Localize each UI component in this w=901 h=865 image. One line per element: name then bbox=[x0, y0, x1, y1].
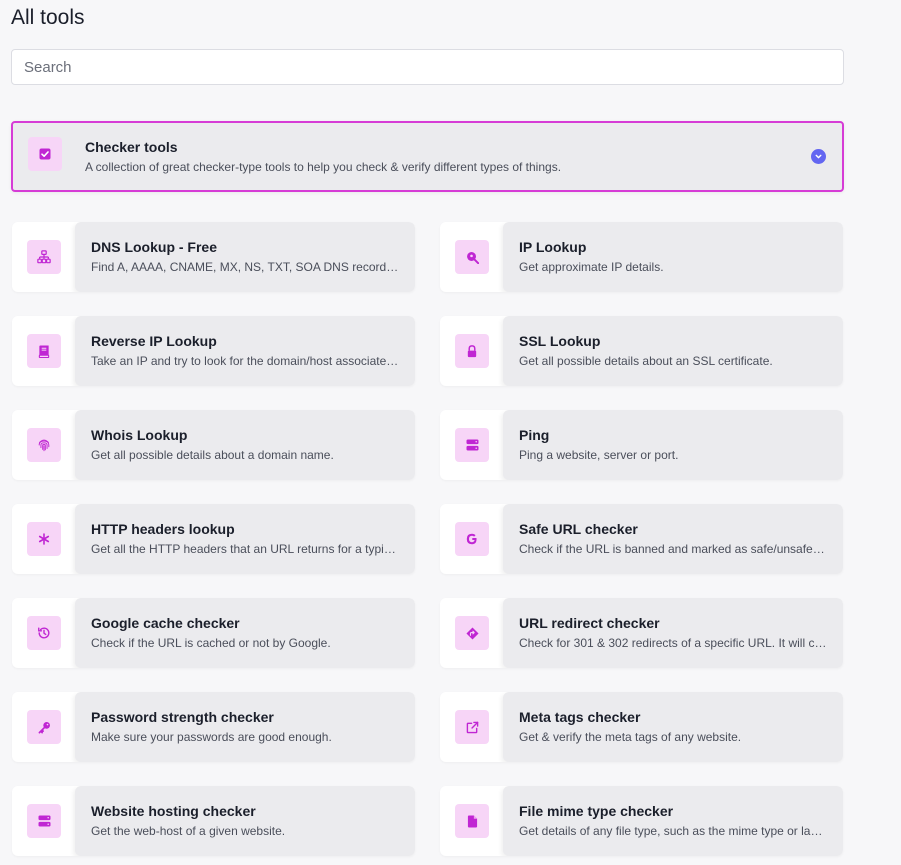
tool-description: Find A, AAAA, CNAME, MX, NS, TXT, SOA DN… bbox=[91, 260, 399, 274]
tool-name[interactable]: Google cache checker bbox=[91, 615, 240, 631]
page-title: All tools bbox=[11, 6, 85, 29]
tool-card-body bbox=[75, 410, 415, 480]
tool-description: Get all possible details about an SSL ce… bbox=[519, 354, 773, 368]
tool-name[interactable]: Whois Lookup bbox=[91, 427, 187, 443]
tool-name[interactable]: Reverse IP Lookup bbox=[91, 333, 217, 349]
tool-card-body bbox=[503, 504, 843, 574]
lock-icon bbox=[455, 334, 489, 368]
tool-card[interactable]: HTTP headers lookup Get all the HTTP head… bbox=[12, 504, 415, 574]
key-icon bbox=[27, 710, 61, 744]
tool-card-body bbox=[75, 786, 415, 856]
history-icon bbox=[27, 616, 61, 650]
tool-card[interactable]: DNS Lookup - Free Find A, AAAA, CNAME, MX… bbox=[12, 222, 415, 292]
tool-card-body bbox=[503, 316, 843, 386]
book-icon bbox=[27, 334, 61, 368]
tool-name[interactable]: Meta tags checker bbox=[519, 709, 640, 725]
tool-card-body bbox=[75, 504, 415, 574]
tool-description: Get all the HTTP headers that an URL ret… bbox=[91, 542, 399, 556]
tool-name[interactable]: File mime type checker bbox=[519, 803, 673, 819]
tool-name[interactable]: HTTP headers lookup bbox=[91, 521, 235, 537]
tool-card[interactable]: Website hosting checker Get the web-host … bbox=[12, 786, 415, 856]
tool-card-body bbox=[75, 316, 415, 386]
tool-description: Ping a website, server or port. bbox=[519, 448, 679, 462]
tool-description: Check if the URL is banned and marked as… bbox=[519, 542, 827, 556]
tool-name[interactable]: DNS Lookup - Free bbox=[91, 239, 217, 255]
tool-name[interactable]: Website hosting checker bbox=[91, 803, 256, 819]
chevron-down-icon[interactable] bbox=[811, 149, 826, 164]
tool-card-body bbox=[503, 222, 843, 292]
tool-card-body bbox=[75, 222, 415, 292]
tool-description: Take an IP and try to look for the domai… bbox=[91, 354, 399, 368]
tool-name[interactable]: URL redirect checker bbox=[519, 615, 660, 631]
server-icon bbox=[27, 804, 61, 838]
google-icon bbox=[455, 522, 489, 556]
category-title: Checker tools bbox=[85, 139, 178, 155]
asterisk-icon bbox=[27, 522, 61, 556]
tool-card[interactable]: IP Lookup Get approximate IP details. bbox=[440, 222, 843, 292]
category-description: A collection of great checker-type tools… bbox=[85, 160, 562, 174]
tool-card-body bbox=[503, 786, 843, 856]
tool-card[interactable]: URL redirect checker Check for 301 & 302 … bbox=[440, 598, 843, 668]
tool-description: Check for 301 & 302 redirects of a speci… bbox=[519, 636, 827, 650]
network-icon bbox=[27, 240, 61, 274]
search-location-icon bbox=[455, 240, 489, 274]
tool-card[interactable]: Safe URL checker Check if the URL is bann… bbox=[440, 504, 843, 574]
tool-card[interactable]: Ping Ping a website, server or port. bbox=[440, 410, 843, 480]
tool-card[interactable]: File mime type checker Get details of any… bbox=[440, 786, 843, 856]
tool-description: Check if the URL is cached or not by Goo… bbox=[91, 636, 331, 650]
tool-card-body bbox=[503, 692, 843, 762]
tool-card[interactable]: Google cache checker Check if the URL is … bbox=[12, 598, 415, 668]
tool-name[interactable]: Ping bbox=[519, 427, 549, 443]
tool-description: Make sure your passwords are good enough… bbox=[91, 730, 332, 744]
tool-card-body bbox=[75, 598, 415, 668]
tool-description: Get approximate IP details. bbox=[519, 260, 664, 274]
tool-description: Get the web-host of a given website. bbox=[91, 824, 286, 838]
fingerprint-icon bbox=[27, 428, 61, 462]
search-input[interactable] bbox=[11, 49, 844, 85]
tool-card-body bbox=[75, 692, 415, 762]
tool-card[interactable]: Reverse IP Lookup Take an IP and try to l… bbox=[12, 316, 415, 386]
category-checker-tools[interactable]: Checker tools A collection of great chec… bbox=[11, 121, 844, 192]
tool-name[interactable]: Password strength checker bbox=[91, 709, 274, 725]
tool-description: Get all possible details about a domain … bbox=[91, 448, 334, 462]
file-icon bbox=[455, 804, 489, 838]
tool-card[interactable]: Whois Lookup Get all possible details abo… bbox=[12, 410, 415, 480]
tool-name[interactable]: SSL Lookup bbox=[519, 333, 600, 349]
tool-card[interactable]: SSL Lookup Get all possible details about… bbox=[440, 316, 843, 386]
tool-card[interactable]: Meta tags checker Get & verify the meta t… bbox=[440, 692, 843, 762]
tool-description: Get & verify the meta tags of any websit… bbox=[519, 730, 742, 744]
server-icon bbox=[455, 428, 489, 462]
directions-icon bbox=[455, 616, 489, 650]
tool-name[interactable]: Safe URL checker bbox=[519, 521, 638, 537]
tool-name[interactable]: IP Lookup bbox=[519, 239, 586, 255]
external-link-icon bbox=[455, 710, 489, 744]
checkbox-icon bbox=[28, 137, 62, 171]
tool-description: Get details of any file type, such as th… bbox=[519, 824, 827, 838]
tool-card-body bbox=[503, 598, 843, 668]
tool-card[interactable]: Password strength checker Make sure your … bbox=[12, 692, 415, 762]
tool-card-body bbox=[503, 410, 843, 480]
